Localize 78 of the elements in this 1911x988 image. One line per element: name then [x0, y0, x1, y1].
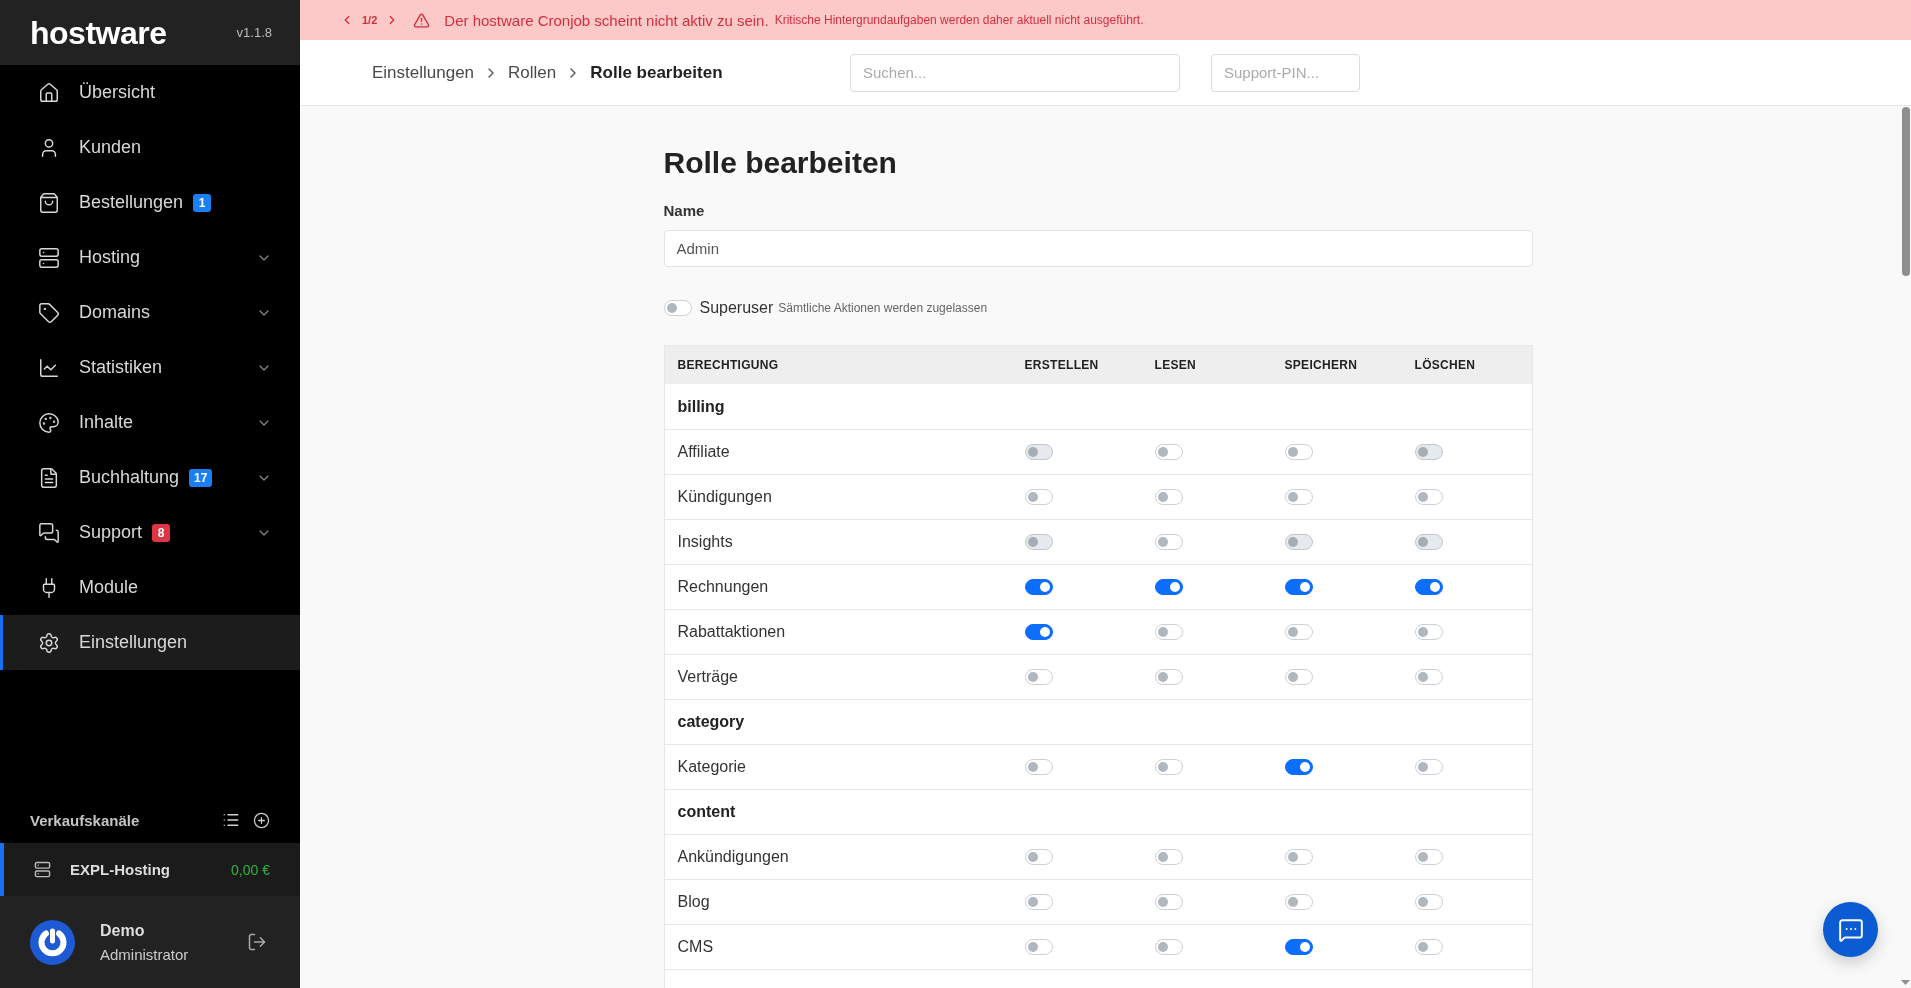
permission-label: Rechnungen [676, 578, 770, 596]
toggle-switch[interactable] [1024, 624, 1053, 640]
permission-label: Kündigungen [676, 488, 773, 506]
breadcrumb-current[interactable]: Rolle bearbeiten [590, 62, 723, 83]
count-badge: 8 [152, 523, 171, 542]
section-title: Verkaufskanäle [30, 811, 140, 829]
toggle-switch[interactable] [1024, 579, 1053, 595]
sidebar-item[interactable]: Statistiken [0, 340, 300, 395]
toggle-hint: Sämtliche Aktionen werden zugelassen [778, 301, 988, 315]
channel-balance: 0,00 € [231, 861, 270, 878]
logout-icon[interactable] [247, 932, 267, 952]
column-header: BERECHTIGUNG [676, 358, 780, 372]
toggle-switch[interactable] [1284, 939, 1313, 955]
scrollbar-thumb[interactable] [1901, 107, 1910, 276]
breadcrumb-link[interactable]: Einstellungen [372, 62, 475, 83]
server-icon [38, 246, 60, 269]
avatar-icon [30, 919, 75, 965]
page-counter: 1/2 [362, 14, 378, 26]
permission-label: CMS [676, 938, 715, 956]
scroll-down-arrow-icon[interactable] [1901, 980, 1910, 985]
permission-label: Blog [676, 893, 711, 911]
column-header: ERSTELLEN [1023, 358, 1100, 372]
permission-label: Kategorie [676, 758, 747, 776]
permission-label: Affiliate [676, 443, 731, 461]
line-chart-icon [38, 356, 60, 379]
toggle-switch[interactable] [1414, 579, 1443, 595]
toggle-label: Superuser [699, 299, 774, 317]
add-icon[interactable] [253, 811, 270, 829]
warning-icon [413, 11, 431, 29]
document-icon [38, 466, 60, 489]
server-icon [34, 861, 51, 878]
user-role: Administrator [100, 945, 189, 963]
sidebar-item[interactable]: Inhalte [0, 395, 300, 450]
permission-label: Verträge [676, 668, 739, 686]
shopping-bag-icon [38, 191, 60, 214]
channel-name: EXPL-Hosting [70, 861, 170, 878]
toggle-switch[interactable] [1154, 579, 1183, 595]
chat-bubble-icon [1837, 916, 1864, 943]
palette-icon [38, 411, 60, 434]
count-badge: 17 [189, 468, 213, 487]
sidebar-item[interactable]: Support 8 [0, 505, 300, 560]
sidebar-item[interactable]: Module [0, 560, 300, 615]
list-icon[interactable] [222, 811, 240, 829]
count-badge: 1 [193, 193, 212, 212]
group-label: content [676, 803, 737, 821]
chat-bubbles-icon [38, 521, 60, 544]
permission-label: Ankündigungen [676, 848, 790, 866]
home-icon [38, 81, 60, 104]
search-field[interactable]: Suchen... [850, 53, 1180, 92]
field-label: Name [663, 201, 706, 221]
sidebar-item[interactable]: Buchhaltung 17 [0, 450, 300, 505]
sidebar-item[interactable]: Übersicht [0, 65, 300, 120]
sidebar-item[interactable]: Bestellungen 1 [0, 175, 300, 230]
alert-message: Der hostware Cronjob scheint nicht aktiv zu sein. [444, 11, 769, 29]
toggle-switch[interactable] [1284, 759, 1313, 775]
settings-icon [38, 631, 60, 654]
group-label: category [676, 713, 746, 731]
support-pin-field[interactable]: Support-PIN... [1211, 53, 1360, 92]
sidebar-item[interactable]: Einstellungen [0, 615, 300, 670]
column-header: LESEN [1153, 358, 1197, 372]
user-name: Demo [100, 921, 146, 940]
permission-label: Insights [676, 533, 734, 551]
name-input[interactable]: Admin [663, 230, 1533, 267]
alert-detail: Kritische Hintergrundaufgaben werden daher aktuell nicht ausgeführt. [774, 13, 1144, 27]
page-title: Rolle bearbeiten [663, 145, 898, 181]
tag-icon [38, 301, 60, 324]
group-label: billing [676, 398, 726, 416]
column-header: SPEICHERN [1283, 358, 1359, 372]
column-header: LÖSCHEN [1413, 358, 1477, 372]
sidebar-item[interactable]: Kunden [0, 120, 300, 175]
breadcrumb-link[interactable]: Rollen [508, 62, 557, 83]
permission-label: Rabattaktionen [676, 623, 787, 641]
sidebar-item[interactable]: Hosting [0, 230, 300, 285]
channel-item[interactable]: EXPL-Hosting 0,00 € [0, 843, 300, 896]
version-label: v1.1.8 [236, 25, 272, 40]
toggle-switch[interactable] [1284, 579, 1313, 595]
sidebar-item[interactable]: Domains [0, 285, 300, 340]
logo[interactable]: hostware [30, 16, 167, 49]
